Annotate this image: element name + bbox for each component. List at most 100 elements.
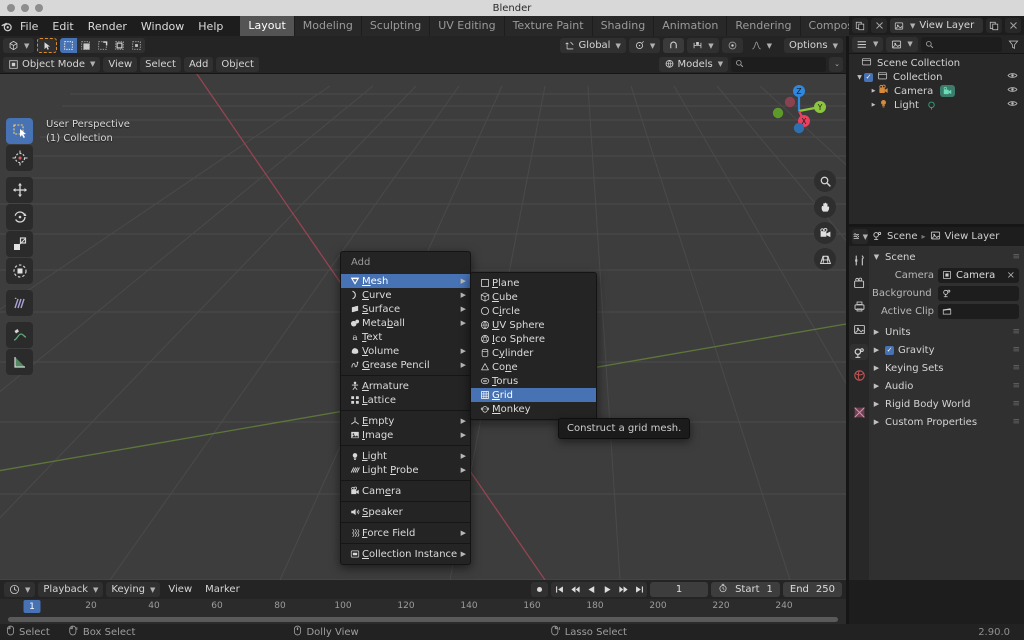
prev-keyframe-icon[interactable] bbox=[567, 582, 583, 597]
move-tool-icon[interactable] bbox=[6, 177, 33, 203]
viewport-axis-gizmo[interactable]: Z Y X bbox=[768, 80, 830, 142]
menu-help[interactable]: Help bbox=[191, 18, 230, 35]
add-menu-item-text[interactable]: a Text ▶ bbox=[341, 330, 470, 344]
workspace-tab-shading[interactable]: Shading bbox=[593, 16, 655, 36]
outliner-new-layer-button[interactable] bbox=[986, 18, 1002, 33]
properties-tab-world[interactable] bbox=[850, 367, 868, 383]
mesh-submenu-item-circle[interactable]: Circle bbox=[471, 304, 596, 318]
disclosure-triangle-icon[interactable]: ▶ bbox=[872, 328, 881, 336]
disclosure-triangle-icon[interactable]: ▼ bbox=[855, 74, 864, 81]
add-menu-item-light[interactable]: Light ▶ bbox=[341, 449, 470, 463]
outliner-close-button[interactable] bbox=[871, 18, 887, 33]
rigid-body-world-panel-header[interactable]: ▶ Rigid Body World ≡ bbox=[872, 396, 1019, 412]
add-menu-item-curve[interactable]: Curve ▶ bbox=[341, 288, 470, 302]
measure-tool-icon[interactable] bbox=[6, 349, 33, 375]
properties-editor-type-button[interactable]: ▼ bbox=[852, 229, 868, 244]
zoom-icon[interactable] bbox=[814, 170, 836, 192]
annotate-line-tool-icon[interactable] bbox=[6, 322, 33, 348]
timeline-menu-keying[interactable]: Keying ▼ bbox=[106, 582, 160, 597]
disclosure-triangle-icon[interactable]: ▶ bbox=[869, 102, 878, 108]
outliner-search-input[interactable] bbox=[921, 37, 1002, 52]
add-menu-item-camera[interactable]: Camera ▶ bbox=[341, 484, 470, 498]
select-intersect-icon[interactable] bbox=[128, 38, 145, 53]
mesh-submenu-item-grid[interactable]: Grid bbox=[471, 388, 596, 402]
clear-camera-icon[interactable]: × bbox=[1007, 270, 1015, 281]
outliner-editor-type-button[interactable] bbox=[852, 18, 868, 33]
ortho-persp-icon[interactable] bbox=[814, 248, 836, 270]
add-menu-item-mesh[interactable]: Mesh ▶ bbox=[341, 274, 470, 288]
next-keyframe-icon[interactable] bbox=[615, 582, 631, 597]
play-icon[interactable] bbox=[599, 582, 615, 597]
asset-library-selector[interactable]: Models ▼ bbox=[659, 57, 729, 72]
menu-window[interactable]: Window bbox=[134, 18, 191, 35]
workspace-tab-rendering[interactable]: Rendering bbox=[727, 16, 800, 36]
workspace-tab-texture-paint[interactable]: Texture Paint bbox=[505, 16, 593, 36]
properties-tab-output[interactable] bbox=[850, 298, 868, 314]
viewport-menu-object[interactable]: Object bbox=[216, 57, 259, 72]
active-clip-field[interactable] bbox=[938, 304, 1019, 319]
start-frame-value[interactable]: 1 bbox=[767, 584, 773, 595]
breadcrumb-view-layer-label[interactable]: View Layer bbox=[945, 231, 1000, 242]
add-menu-item-empty[interactable]: Empty ▶ bbox=[341, 414, 470, 428]
timeline-ruler[interactable]: 1 20 40 60 80 100 120 140 160 180 200 22… bbox=[0, 599, 846, 616]
add-menu-item-metaball[interactable]: Metaball ▶ bbox=[341, 316, 470, 330]
add-menu-item-lattice[interactable]: Lattice ▶ bbox=[341, 393, 470, 407]
background-scene-field[interactable] bbox=[938, 286, 1019, 301]
camera-view-icon[interactable] bbox=[814, 222, 836, 244]
workspace-tab-modeling[interactable]: Modeling bbox=[295, 16, 362, 36]
mesh-submenu-item-torus[interactable]: Torus bbox=[471, 374, 596, 388]
disclosure-triangle-icon[interactable]: ▶ bbox=[872, 400, 881, 408]
timeline-scrollbar-thumb[interactable] bbox=[8, 617, 838, 622]
add-menu-item-image[interactable]: Image ▶ bbox=[341, 428, 470, 442]
menu-edit[interactable]: Edit bbox=[45, 18, 80, 35]
outliner-view-layer-field[interactable]: ▼ View Layer bbox=[890, 18, 983, 33]
mesh-submenu-item-cylinder[interactable]: Cylinder bbox=[471, 346, 596, 360]
snap-target-selector[interactable]: ▼ bbox=[687, 38, 718, 53]
scene-panel-header[interactable]: ▼ Scene ≡ bbox=[872, 249, 1019, 265]
timeline-menu-playback[interactable]: Playback ▼ bbox=[38, 582, 103, 597]
region-divider[interactable] bbox=[849, 224, 1024, 227]
add-menu-item-light-probe[interactable]: Light Probe ▶ bbox=[341, 463, 470, 477]
rotate-tool-icon[interactable] bbox=[6, 204, 33, 230]
add-menu-item-force-field[interactable]: Force Field ▶ bbox=[341, 526, 470, 540]
visibility-eye-icon[interactable] bbox=[1007, 70, 1018, 84]
visibility-eye-icon[interactable] bbox=[1007, 98, 1018, 112]
viewport-menu-select[interactable]: Select bbox=[140, 57, 181, 72]
interaction-mode-selector[interactable]: Object Mode ▼ bbox=[3, 57, 100, 72]
properties-tab-view-layer[interactable] bbox=[850, 321, 868, 337]
frame-range-field[interactable]: Start 1 bbox=[711, 582, 780, 597]
blender-logo-icon[interactable] bbox=[0, 20, 13, 33]
collection-checkbox[interactable]: ✓ bbox=[864, 73, 873, 82]
properties-tab-render[interactable] bbox=[850, 275, 868, 291]
timeline-menu-view[interactable]: View bbox=[163, 582, 197, 597]
snap-toggle-button[interactable] bbox=[663, 38, 684, 53]
mesh-submenu-item-cone[interactable]: Cone bbox=[471, 360, 596, 374]
workspace-tab-uv-editing[interactable]: UV Editing bbox=[430, 16, 504, 36]
record-icon[interactable] bbox=[531, 582, 548, 597]
transform-tool-icon[interactable] bbox=[6, 258, 33, 284]
editor-type-selector[interactable]: ▼ bbox=[3, 38, 34, 53]
viewport-search-dropdown[interactable]: ⌄ bbox=[829, 57, 843, 72]
outliner-filter-type-selector[interactable]: ▼ bbox=[886, 37, 917, 52]
disclosure-triangle-icon[interactable]: ▶ bbox=[872, 418, 881, 426]
breadcrumb-scene-label[interactable]: Scene bbox=[887, 231, 918, 242]
timeline-editor[interactable]: ▼ Playback ▼ Keying ▼ View Marker bbox=[0, 580, 846, 624]
select-box-icon[interactable] bbox=[60, 38, 77, 53]
add-menu-item-surface[interactable]: Surface ▶ bbox=[341, 302, 470, 316]
workspace-tab-animation[interactable]: Animation bbox=[654, 16, 727, 36]
timeline-editor-type-button[interactable]: ▼ bbox=[4, 582, 35, 597]
disclosure-triangle-icon[interactable]: ▶ bbox=[872, 364, 881, 372]
disclosure-triangle-icon[interactable]: ▶ bbox=[872, 346, 881, 354]
add-menu-item-speaker[interactable]: Speaker ▶ bbox=[341, 505, 470, 519]
end-frame-field[interactable]: End 250 bbox=[783, 582, 842, 597]
mesh-submenu-item-plane[interactable]: Plane bbox=[471, 276, 596, 290]
viewport-menu-view[interactable]: View bbox=[103, 57, 137, 72]
light-object-icon[interactable] bbox=[926, 100, 937, 111]
units-panel-header[interactable]: ▶ Units ≡ bbox=[872, 324, 1019, 340]
workspace-tab-layout[interactable]: Layout bbox=[240, 16, 294, 36]
outliner-remove-layer-button[interactable] bbox=[1005, 18, 1021, 33]
play-reverse-icon[interactable] bbox=[583, 582, 599, 597]
outliner-row-light[interactable]: ▶ Light bbox=[849, 98, 1024, 112]
properties-tab-tool[interactable] bbox=[850, 252, 868, 268]
add-menu[interactable]: Add Mesh ▶ Curve ▶ Surface ▶ Metaball ▶ … bbox=[340, 251, 471, 565]
